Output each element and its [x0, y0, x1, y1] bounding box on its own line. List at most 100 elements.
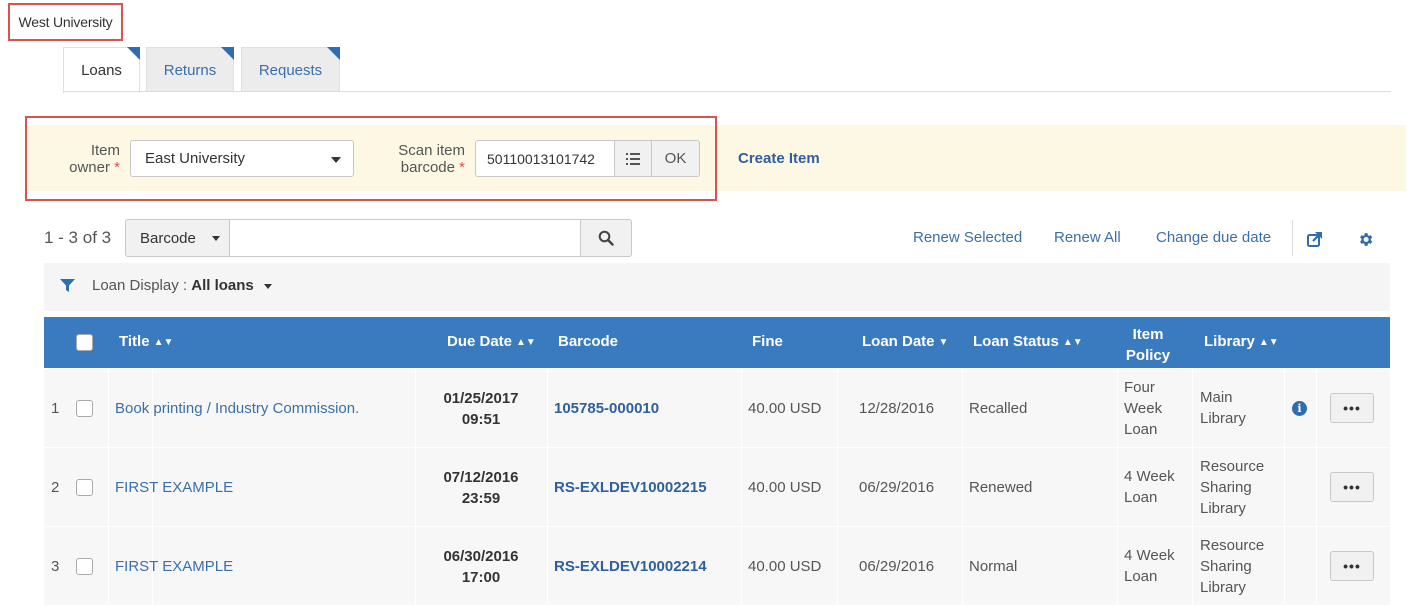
tab-requests[interactable]: Requests	[241, 47, 340, 92]
column-header-item-policy: Item Policy	[1125, 326, 1171, 364]
item-owner-label: Item owner *	[69, 142, 120, 176]
filter-value: All loans	[191, 277, 254, 294]
column-header-due-date[interactable]: Due Date ▲▼	[447, 333, 536, 350]
toolbar-divider	[1292, 220, 1293, 256]
column-divider	[1316, 527, 1317, 605]
column-header-title[interactable]: Title ▲▼	[119, 333, 173, 350]
row-fine: 40.00 USD	[748, 479, 822, 496]
sort-icon: ▲▼	[516, 337, 536, 348]
column-divider	[837, 448, 838, 526]
row-due-date: 06/30/2016 17:00	[443, 548, 519, 586]
row-due-date: 07/12/2016 23:59	[443, 469, 519, 507]
row-title-link[interactable]: FIRST EXAMPLE	[115, 556, 233, 577]
row-barcode-link[interactable]: RS-EXLDEV10002214	[554, 556, 707, 577]
row-item-policy: 4 Week Loan	[1124, 547, 1175, 585]
select-all-checkbox[interactable]	[76, 334, 93, 351]
column-divider	[1192, 448, 1193, 526]
institution-name[interactable]: West University	[8, 3, 123, 41]
row-title-link[interactable]: FIRST EXAMPLE	[115, 477, 233, 498]
scan-barcode-label: Scan item barcode *	[398, 142, 465, 176]
caret-down-icon[interactable]	[264, 284, 272, 289]
row-checkbox[interactable]	[76, 400, 93, 417]
row-loan-status: Renewed	[969, 479, 1033, 496]
column-divider	[1284, 527, 1285, 605]
tab-divider	[63, 91, 1391, 92]
ok-button[interactable]: OK	[651, 140, 700, 177]
column-divider	[1316, 448, 1317, 526]
column-divider	[741, 369, 742, 447]
row-loan-status: Recalled	[969, 400, 1028, 417]
row-fine: 40.00 USD	[748, 400, 822, 417]
barcode-list-button[interactable]	[614, 140, 652, 177]
column-divider	[547, 448, 548, 526]
column-divider	[1192, 369, 1193, 447]
results-count: 1 - 3 of 3	[44, 228, 112, 247]
column-divider	[1284, 448, 1285, 526]
row-checkbox[interactable]	[76, 479, 93, 496]
info-icon[interactable]: i	[1292, 401, 1307, 416]
column-divider	[108, 448, 109, 526]
tab-label: Returns	[163, 61, 217, 79]
column-header-loan-date[interactable]: Loan Date ▼	[862, 333, 948, 350]
row-item-policy: Four Week Loan	[1124, 379, 1163, 438]
scan-barcode-input[interactable]	[475, 140, 615, 177]
tab-returns[interactable]: Returns	[146, 47, 234, 92]
sort-icon: ▲▼	[153, 337, 174, 348]
table-row: 2 FIRST EXAMPLE 07/12/2016 23:59 RS-EXLDEV10…	[44, 448, 1390, 527]
row-barcode-link[interactable]: 105785-000010	[554, 398, 659, 419]
row-number: 3	[51, 558, 60, 575]
column-header-loan-status[interactable]: Loan Status ▲▼	[973, 333, 1083, 350]
column-divider	[1192, 527, 1193, 605]
column-divider	[1117, 527, 1118, 605]
change-due-date-link[interactable]: Change due date	[1156, 229, 1271, 246]
row-loan-status: Normal	[969, 558, 1018, 575]
sort-icon: ▲▼	[1258, 337, 1279, 348]
search-button[interactable]	[580, 219, 632, 257]
column-divider	[415, 527, 416, 605]
column-divider	[1316, 369, 1317, 447]
column-divider	[1117, 448, 1118, 526]
row-loan-date: 06/29/2016	[859, 479, 935, 496]
item-owner-value: East University	[145, 150, 246, 167]
renew-all-link[interactable]: Renew All	[1054, 229, 1121, 246]
row-checkbox[interactable]	[76, 558, 93, 575]
column-divider	[837, 527, 838, 605]
external-link-icon[interactable]	[1307, 231, 1323, 247]
filter-icon[interactable]	[60, 279, 75, 292]
row-actions-button[interactable]: •••	[1330, 393, 1374, 423]
tab-loans[interactable]: Loans	[63, 47, 140, 93]
row-actions-button[interactable]: •••	[1330, 472, 1374, 502]
sort-icon: ▲▼	[1062, 337, 1083, 348]
search-input[interactable]	[229, 219, 581, 257]
column-divider	[741, 527, 742, 605]
column-divider	[741, 448, 742, 526]
tab-label: Requests	[258, 61, 323, 79]
create-item-link[interactable]: Create Item	[738, 150, 820, 167]
column-divider	[962, 448, 963, 526]
row-fine: 40.00 USD	[748, 558, 822, 575]
renew-selected-link[interactable]: Renew Selected	[913, 229, 1022, 246]
row-number: 1	[51, 400, 60, 417]
loan-display-filter[interactable]: Loan Display : All loans	[92, 277, 254, 294]
table-header: Title ▲▼ Due Date ▲▼ Barcode Fine Loan Dat…	[44, 317, 1390, 368]
search-field-select[interactable]: Barcode	[125, 219, 230, 257]
row-item-policy: 4 Week Loan	[1124, 468, 1175, 506]
column-divider	[962, 369, 963, 447]
column-header-fine: Fine	[752, 333, 783, 350]
column-header-library[interactable]: Library ▲▼	[1204, 333, 1279, 350]
column-header-barcode: Barcode	[558, 333, 619, 350]
column-divider	[415, 369, 416, 447]
gear-icon[interactable]	[1357, 231, 1374, 248]
row-title-link[interactable]: Book printing / Industry Commission.	[115, 398, 359, 419]
search-field-value: Barcode	[140, 229, 196, 247]
item-owner-select[interactable]: East University	[130, 140, 354, 177]
row-barcode-link[interactable]: RS-EXLDEV10002215	[554, 477, 707, 498]
column-divider	[547, 527, 548, 605]
table-row: 1 Book printing / Industry Commission. 01/…	[44, 369, 1390, 448]
row-number: 2	[51, 479, 60, 496]
column-divider	[1117, 369, 1118, 447]
caret-down-icon	[212, 236, 220, 241]
row-loan-date: 12/28/2016	[859, 400, 935, 417]
row-actions-button[interactable]: •••	[1330, 551, 1374, 581]
column-divider	[962, 527, 963, 605]
